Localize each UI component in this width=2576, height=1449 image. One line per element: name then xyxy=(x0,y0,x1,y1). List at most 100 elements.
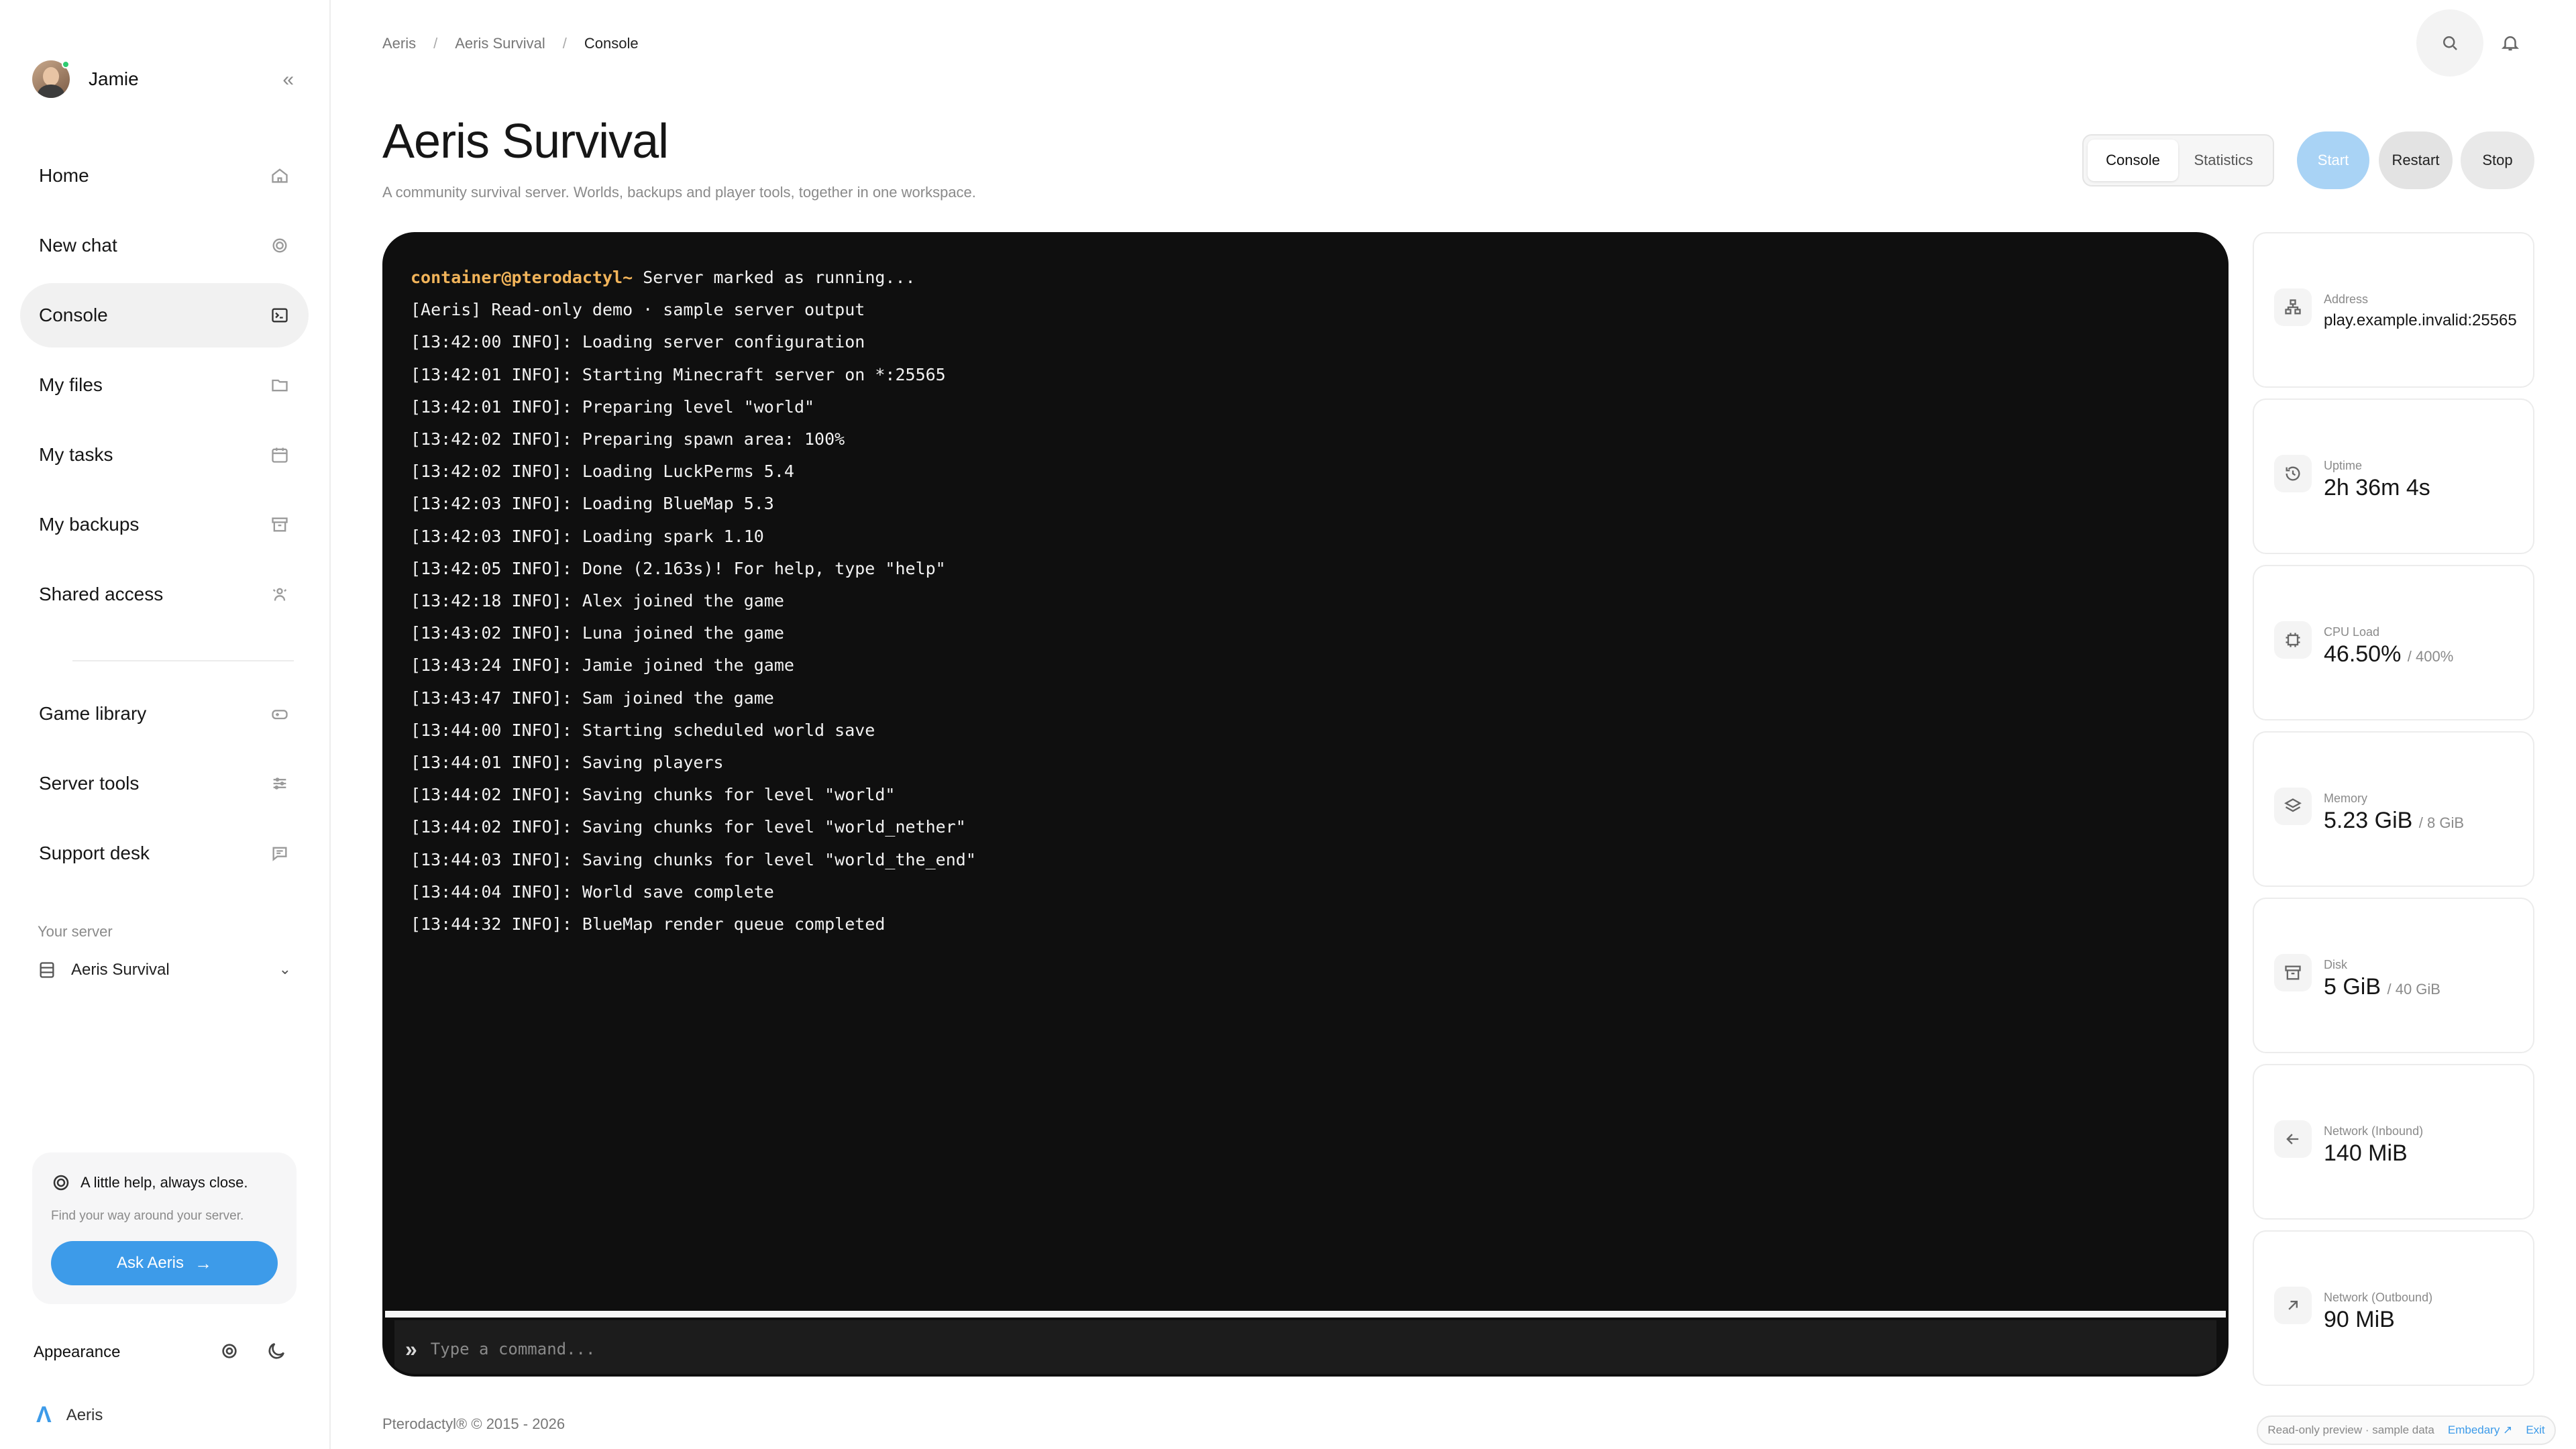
breadcrumb-separator: / xyxy=(562,35,567,52)
server-select-label: Your server xyxy=(38,923,113,940)
console-line: [13:42:01 INFO]: Preparing level "world" xyxy=(411,396,815,417)
tab-console[interactable]: Console xyxy=(2088,140,2178,181)
console-line: [13:42:02 INFO]: Preparing spawn area: 1… xyxy=(411,429,845,449)
home-icon xyxy=(270,166,290,186)
console-output: container@pterodactyl~ Server marked as … xyxy=(411,262,2200,941)
stat-value: 140 MiB xyxy=(2324,1140,2408,1166)
stat-card-uptime: Uptime 2h 36m 4s xyxy=(2253,398,2534,554)
page-subtitle: A community survival server. Worlds, bac… xyxy=(382,184,976,201)
users-icon xyxy=(270,584,290,604)
sidebar-item-my-backups[interactable]: My backups xyxy=(20,492,309,557)
stat-value-row: 46.50% / 400% xyxy=(2324,641,2453,667)
stat-card-network-inbound: Network (Inbound) 140 MiB xyxy=(2253,1064,2534,1220)
stop-button[interactable]: Stop xyxy=(2461,131,2534,189)
server-select-value: Aeris Survival xyxy=(71,961,170,979)
stat-value: 46.50% xyxy=(2324,641,2402,667)
sliders-icon xyxy=(270,773,290,794)
archive-icon xyxy=(2274,954,2312,991)
terminal-icon xyxy=(270,305,290,325)
sidebar-item-console[interactable]: Console xyxy=(20,283,309,347)
stat-value[interactable]: play.example.invalid:25565 xyxy=(2324,311,2517,330)
console-line: [13:44:03 INFO]: Saving chunks for level… xyxy=(411,849,976,869)
breadcrumb-item[interactable]: Aeris xyxy=(382,35,416,52)
gamepad-icon xyxy=(270,704,290,724)
arrow-left-icon xyxy=(2274,1120,2312,1158)
breadcrumb-item[interactable]: Aeris Survival xyxy=(455,35,545,52)
stat-card-address: Address play.example.invalid:25565 xyxy=(2253,232,2534,388)
stat-label: Network (Inbound) xyxy=(2324,1124,2424,1138)
preview-text: Read-only preview · sample data xyxy=(2267,1424,2434,1436)
secondary-nav: Game library Server tools Support desk xyxy=(20,682,309,891)
sidebar-item-new-chat[interactable]: New chat xyxy=(20,213,309,278)
server-select[interactable]: Aeris Survival ⌄ xyxy=(38,957,291,983)
sidebar-item-support-desk[interactable]: Support desk xyxy=(20,821,309,885)
user-name: Jamie xyxy=(89,68,139,89)
layers-icon xyxy=(2274,788,2312,825)
appearance-label: Appearance xyxy=(34,1343,121,1361)
message-icon xyxy=(270,843,290,863)
dark-mode-icon[interactable] xyxy=(266,1340,287,1362)
ask-aeris-label: Ask Aeris xyxy=(116,1254,184,1272)
command-input[interactable] xyxy=(430,1340,2108,1358)
stat-value-row: 5.23 GiB / 8 GiB xyxy=(2324,808,2464,834)
sidebar-item-server-tools[interactable]: Server tools xyxy=(20,751,309,816)
stat-card-network-outbound: Network (Outbound) 90 MiB xyxy=(2253,1230,2534,1386)
help-card-subtitle: Find your way around your server. xyxy=(51,1209,244,1223)
sidebar-item-shared-access[interactable]: Shared access xyxy=(20,562,309,627)
console-line: [13:44:04 INFO]: World save complete xyxy=(411,881,774,902)
primary-nav: Home New chat Console My files My tasks … xyxy=(20,144,309,632)
stat-value: 90 MiB xyxy=(2324,1307,2395,1332)
aeris-logo-icon: Λ xyxy=(36,1402,52,1428)
notifications-button[interactable] xyxy=(2497,30,2524,56)
stat-card-disk: Disk 5 GiB / 40 GiB xyxy=(2253,898,2534,1053)
sidebar-item-my-tasks[interactable]: My tasks xyxy=(20,423,309,487)
console-line: [13:44:01 INFO]: Saving players xyxy=(411,753,724,773)
sidebar-item-label: My files xyxy=(39,374,103,395)
sidebar-item-home[interactable]: Home xyxy=(20,144,309,208)
bell-icon xyxy=(2501,36,2520,51)
footer-copyright: Pterodactyl® © 2015 - 2026 xyxy=(382,1415,566,1432)
chevrons-right-icon: » xyxy=(405,1336,417,1361)
sidebar-item-my-files[interactable]: My files xyxy=(20,353,309,417)
exit-link[interactable]: Exit xyxy=(2526,1424,2544,1437)
embedary-link[interactable]: Embedary ↗ xyxy=(2448,1424,2512,1437)
appearance-row: Appearance xyxy=(34,1338,297,1367)
preview-badge: Read-only preview · sample data Embedary… xyxy=(2257,1415,2556,1445)
light-mode-icon[interactable] xyxy=(219,1340,240,1362)
sidebar-item-label: Server tools xyxy=(39,773,140,794)
user-profile[interactable]: Jamie « xyxy=(32,59,294,99)
stat-value: 5.23 GiB xyxy=(2324,808,2413,833)
search-button[interactable] xyxy=(2416,9,2483,76)
stat-limit: / 40 GiB xyxy=(2387,981,2440,998)
ask-aeris-button[interactable]: Ask Aeris → xyxy=(51,1241,278,1285)
cpu-icon xyxy=(2274,621,2312,659)
console-divider xyxy=(385,1311,2226,1318)
stat-card-cpu: CPU Load 46.50% / 400% xyxy=(2253,565,2534,720)
stats-panel: Address play.example.invalid:25565 Uptim… xyxy=(2253,232,2534,1397)
tab-statistics[interactable]: Statistics xyxy=(2178,140,2269,181)
archive-icon xyxy=(270,515,290,535)
stat-limit: / 400% xyxy=(2407,648,2454,665)
stat-label: Memory xyxy=(2324,792,2368,805)
start-button[interactable]: Start xyxy=(2297,131,2369,189)
arrow-up-right-icon xyxy=(2274,1287,2312,1324)
search-icon xyxy=(2443,36,2457,50)
console-prompt: container@pterodactyl~ xyxy=(411,268,633,287)
console-line: container@pterodactyl~ Server marked as … xyxy=(411,262,2200,294)
folder-icon xyxy=(270,375,290,395)
history-icon xyxy=(2274,455,2312,492)
page-title: Aeris Survival xyxy=(382,115,669,168)
stat-limit: / 8 GiB xyxy=(2418,814,2465,831)
breadcrumb: Aeris / Aeris Survival / Console xyxy=(382,35,639,52)
console-line: [13:44:02 INFO]: Saving chunks for level… xyxy=(411,785,896,805)
console-line: [13:42:03 INFO]: Loading spark 1.10 xyxy=(411,526,764,546)
sidebar-item-label: Home xyxy=(39,165,89,186)
breadcrumb-current: Console xyxy=(584,35,639,52)
restart-button[interactable]: Restart xyxy=(2379,131,2453,189)
sidebar: Jamie « Home New chat Console My files M… xyxy=(0,0,331,1449)
collapse-sidebar-icon[interactable]: « xyxy=(282,68,294,91)
console-panel: container@pterodactyl~ Server marked as … xyxy=(382,232,2229,1377)
sidebar-item-game-library[interactable]: Game library xyxy=(20,682,309,746)
brand[interactable]: Λ Aeris xyxy=(36,1402,103,1428)
stat-label: Disk xyxy=(2324,958,2347,971)
